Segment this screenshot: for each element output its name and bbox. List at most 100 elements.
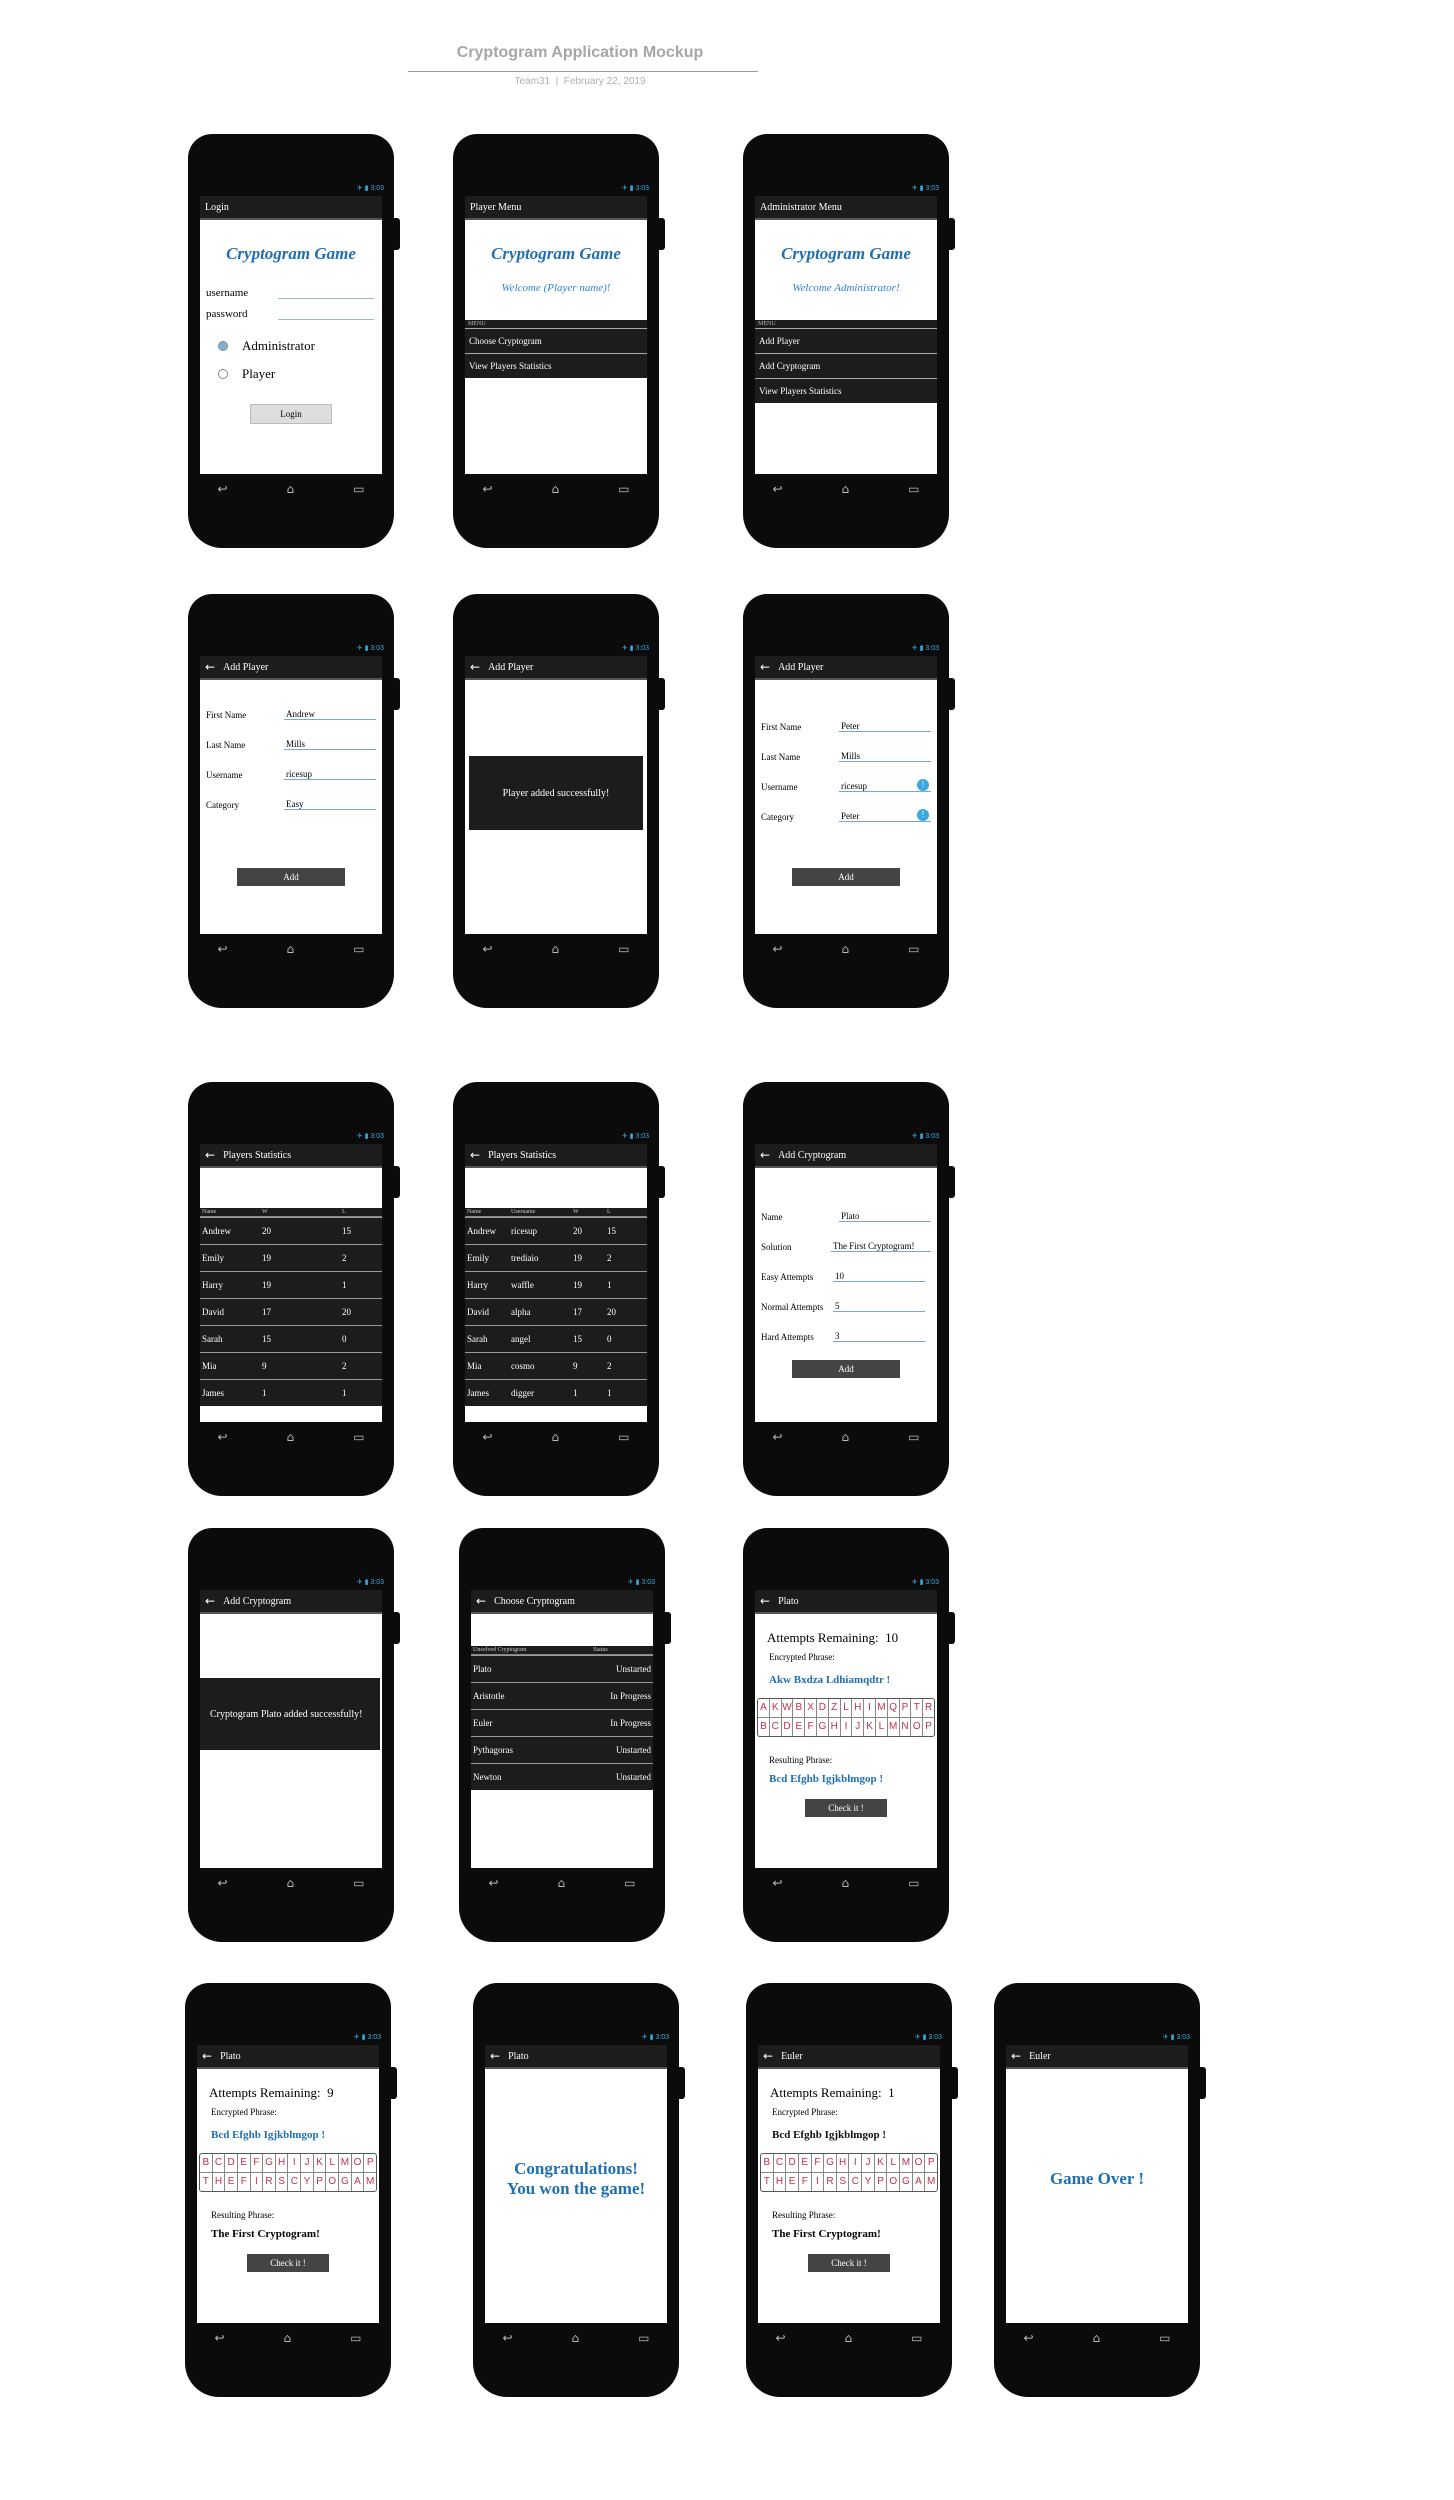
key[interactable]: C	[770, 1718, 782, 1736]
key[interactable]: M	[876, 1699, 888, 1717]
username-input[interactable]	[278, 286, 374, 299]
recent-apps-icon[interactable]: ▭	[353, 1876, 364, 1890]
back-arrow-icon[interactable]: ←	[205, 660, 215, 674]
key[interactable]: G	[263, 2154, 276, 2172]
back-arrow-icon[interactable]: ←	[760, 660, 770, 674]
last-name-input[interactable]: Mills	[839, 751, 931, 762]
category-input[interactable]: Easy	[284, 799, 376, 810]
recent-apps-icon[interactable]: ▭	[908, 482, 919, 496]
key[interactable]: D	[817, 1699, 829, 1717]
table-row[interactable]: James digger 1 1	[465, 1379, 647, 1406]
back-icon[interactable]: ↩	[217, 482, 227, 496]
back-arrow-icon[interactable]: ←	[202, 2049, 212, 2063]
recent-apps-icon[interactable]: ▭	[911, 2331, 922, 2345]
key[interactable]: S	[837, 2173, 850, 2191]
back-arrow-icon[interactable]: ←	[470, 1148, 480, 1162]
add-button[interactable]: Add	[792, 1360, 900, 1378]
username-input[interactable]: ricesup	[284, 769, 376, 780]
back-arrow-icon[interactable]: ←	[760, 1594, 770, 1608]
key[interactable]: K	[770, 1699, 782, 1717]
key[interactable]: K	[314, 2154, 327, 2172]
key[interactable]: M	[900, 2154, 913, 2172]
letter-mapping-keyboard[interactable]: AKWBXDZLHIMQPTR BCDEFGHIJKLMNOP	[757, 1698, 935, 1737]
key[interactable]: E	[793, 1718, 806, 1736]
table-row[interactable]: Andrew 20 15	[200, 1217, 382, 1244]
key[interactable]: O	[913, 2154, 926, 2172]
key[interactable]: O	[326, 2173, 340, 2191]
key[interactable]: H	[852, 1699, 865, 1717]
key[interactable]: J	[301, 2154, 314, 2172]
recent-apps-icon[interactable]: ▭	[618, 942, 629, 956]
key[interactable]: E	[786, 2173, 799, 2191]
home-icon[interactable]: ⌂	[287, 942, 295, 956]
cryptogram-row[interactable]: Pythagoras Unstarted	[471, 1736, 653, 1763]
key[interactable]: F	[799, 2173, 812, 2191]
table-row[interactable]: Sarah 15 0	[200, 1325, 382, 1352]
back-arrow-icon[interactable]: ←	[490, 2049, 500, 2063]
table-row[interactable]: Harry waffle 19 1	[465, 1271, 647, 1298]
key[interactable]: F	[251, 2154, 264, 2172]
key[interactable]: H	[837, 2154, 850, 2172]
table-row[interactable]: Sarah angel 15 0	[465, 1325, 647, 1352]
back-icon[interactable]: ↩	[772, 1430, 782, 1444]
key[interactable]: G	[339, 2173, 352, 2191]
key[interactable]: O	[887, 2173, 901, 2191]
home-icon[interactable]: ⌂	[1093, 2331, 1101, 2345]
home-icon[interactable]: ⌂	[842, 1430, 850, 1444]
radio-player[interactable]: Player	[218, 366, 382, 382]
add-button[interactable]: Add	[237, 868, 345, 886]
home-icon[interactable]: ⌂	[287, 1430, 295, 1444]
back-arrow-icon[interactable]: ←	[760, 1148, 770, 1162]
key[interactable]: M	[888, 1718, 900, 1736]
back-icon[interactable]: ↩	[772, 482, 782, 496]
key[interactable]: N	[900, 1718, 912, 1736]
radio-administrator[interactable]: Administrator	[218, 338, 382, 354]
home-icon[interactable]: ⌂	[558, 1876, 566, 1890]
key[interactable]: P	[923, 1718, 934, 1736]
key[interactable]: H	[829, 1718, 841, 1736]
home-icon[interactable]: ⌂	[552, 942, 560, 956]
easy-attempts-input[interactable]: 10	[833, 1271, 925, 1282]
key[interactable]: O	[911, 1718, 924, 1736]
recent-apps-icon[interactable]: ▭	[353, 1430, 364, 1444]
password-input[interactable]	[278, 307, 374, 320]
back-arrow-icon[interactable]: ←	[205, 1594, 215, 1608]
back-icon[interactable]: ↩	[775, 2331, 785, 2345]
key[interactable]: A	[352, 2173, 365, 2191]
key[interactable]: K	[875, 2154, 888, 2172]
cryptogram-row[interactable]: Euler In Progress	[471, 1709, 653, 1736]
recent-apps-icon[interactable]: ▭	[638, 2331, 649, 2345]
key[interactable]: I	[288, 2154, 302, 2172]
recent-apps-icon[interactable]: ▭	[350, 2331, 361, 2345]
recent-apps-icon[interactable]: ▭	[908, 1430, 919, 1444]
table-row[interactable]: Mia cosmo 9 2	[465, 1352, 647, 1379]
key[interactable]: R	[263, 2173, 276, 2191]
info-icon[interactable]: !	[917, 809, 929, 821]
key[interactable]: C	[213, 2154, 226, 2172]
key[interactable]: G	[824, 2154, 837, 2172]
key[interactable]: P	[875, 2173, 888, 2191]
table-row[interactable]: Mia 9 2	[200, 1352, 382, 1379]
key[interactable]: B	[758, 1718, 770, 1736]
key[interactable]: L	[841, 1699, 853, 1717]
table-row[interactable]: David 17 20	[200, 1298, 382, 1325]
key[interactable]: Y	[862, 2173, 875, 2191]
home-icon[interactable]: ⌂	[287, 1876, 295, 1890]
back-icon[interactable]: ↩	[772, 942, 782, 956]
back-icon[interactable]: ↩	[502, 2331, 512, 2345]
key[interactable]: B	[200, 2154, 213, 2172]
login-button[interactable]: Login	[250, 404, 332, 424]
key[interactable]: D	[782, 1718, 794, 1736]
key[interactable]: Q	[888, 1699, 900, 1717]
back-arrow-icon[interactable]: ←	[763, 2049, 773, 2063]
key[interactable]: D	[786, 2154, 799, 2172]
home-icon[interactable]: ⌂	[552, 482, 560, 496]
key[interactable]: E	[238, 2154, 251, 2172]
home-icon[interactable]: ⌂	[284, 2331, 292, 2345]
recent-apps-icon[interactable]: ▭	[618, 1430, 629, 1444]
username-input[interactable]: ricesup!	[839, 779, 931, 792]
key[interactable]: T	[911, 1699, 924, 1717]
back-arrow-icon[interactable]: ←	[1011, 2049, 1021, 2063]
key[interactable]: J	[852, 1718, 865, 1736]
home-icon[interactable]: ⌂	[842, 1876, 850, 1890]
